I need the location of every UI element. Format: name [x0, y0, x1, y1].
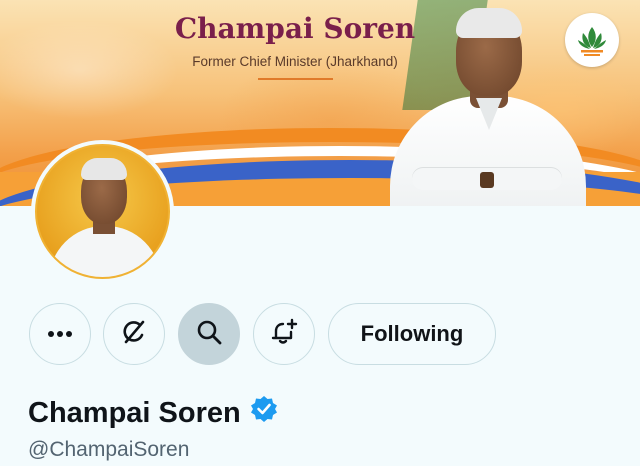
profile-handle: @ChampaiSoren [28, 438, 190, 461]
lotus-icon [565, 13, 619, 67]
more-button[interactable] [29, 303, 91, 365]
bell-plus-icon [268, 316, 300, 353]
notify-button[interactable] [253, 303, 315, 365]
banner-portrait-hair [456, 8, 522, 38]
more-icon [47, 325, 73, 343]
profile-display-name: Champai Soren [28, 394, 279, 432]
display-name-text: Champai Soren [28, 396, 241, 429]
banner-divider [258, 78, 333, 80]
avatar-hair [81, 158, 127, 180]
banner-portrait-watch [480, 172, 494, 188]
following-button[interactable]: Following [328, 303, 496, 365]
profile-avatar[interactable] [31, 140, 174, 283]
banner-portrait [382, 0, 592, 206]
verified-badge-icon[interactable] [249, 394, 279, 432]
grok-button[interactable] [103, 303, 165, 365]
search-button[interactable] [178, 303, 240, 365]
avatar-image [35, 144, 170, 279]
grok-icon [119, 317, 149, 352]
search-icon [194, 317, 224, 352]
